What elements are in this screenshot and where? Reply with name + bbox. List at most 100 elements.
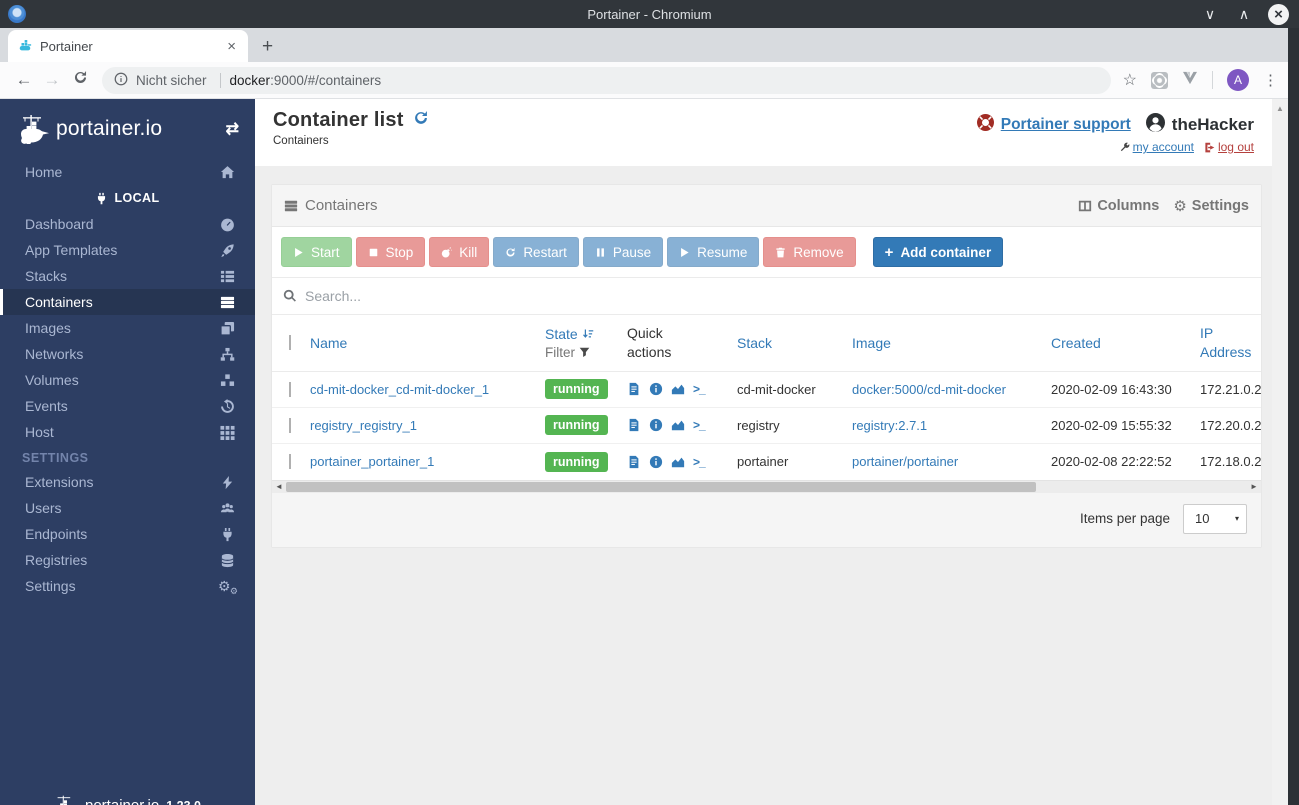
kill-button[interactable]: Kill xyxy=(429,237,490,267)
sidebar-item-extensions[interactable]: Extensions xyxy=(0,469,255,495)
refresh-icon[interactable] xyxy=(413,110,429,131)
sidebar-item-events[interactable]: Events xyxy=(0,393,255,419)
console-icon[interactable]: >_ xyxy=(693,455,706,469)
select-all-checkbox[interactable] xyxy=(289,335,291,351)
container-name-link[interactable]: registry_registry_1 xyxy=(310,418,417,433)
filter-funnel-icon[interactable] xyxy=(579,347,590,358)
rocket-icon xyxy=(221,243,234,257)
sidebar-item-volumes[interactable]: Volumes xyxy=(0,367,255,393)
portainer-favicon-icon xyxy=(19,40,32,51)
bookmark-star-icon[interactable]: ☆ xyxy=(1123,70,1137,90)
column-header-stack[interactable]: Stack xyxy=(737,335,772,351)
stop-button[interactable]: Stop xyxy=(355,237,426,267)
back-icon[interactable]: ← xyxy=(10,70,38,90)
site-info-icon[interactable] xyxy=(114,72,128,89)
columns-button[interactable]: Columns xyxy=(1078,198,1159,214)
sidebar-item-app-templates[interactable]: App Templates xyxy=(0,237,255,263)
add-container-button[interactable]: + Add container xyxy=(872,237,1004,267)
sidebar-item-images[interactable]: Images xyxy=(0,315,255,341)
resume-button[interactable]: Resume xyxy=(667,237,760,267)
search-input[interactable] xyxy=(305,288,1250,304)
layers-icon xyxy=(220,321,235,336)
image-link[interactable]: portainer/portainer xyxy=(852,454,958,469)
my-account-link[interactable]: my account xyxy=(1119,140,1194,154)
toolbar-separator xyxy=(1212,71,1213,89)
url-path: :9000/#/containers xyxy=(270,72,382,88)
sidebar-item-host[interactable]: Host xyxy=(0,419,255,445)
tab-close-icon[interactable]: × xyxy=(223,38,240,55)
security-status[interactable]: Nicht sicher xyxy=(136,73,207,88)
column-header-state[interactable]: State xyxy=(545,326,578,342)
image-link[interactable]: docker:5000/cd-mit-docker xyxy=(852,382,1006,397)
sidebar-item-settings[interactable]: Settings ⚙ ⚙ xyxy=(0,573,255,599)
collapse-sidebar-icon[interactable]: ⇄ xyxy=(226,119,239,139)
sidebar-item-users[interactable]: Users xyxy=(0,495,255,521)
horizontal-scrollbar[interactable]: ◄ ► xyxy=(272,479,1261,493)
sidebar-item-networks[interactable]: Networks xyxy=(0,341,255,367)
dashboard-icon xyxy=(221,218,234,231)
image-link[interactable]: registry:2.7.1 xyxy=(852,418,927,433)
portainer-support-link[interactable]: Portainer support xyxy=(1001,116,1131,134)
container-name-link[interactable]: portainer_portainer_1 xyxy=(310,454,434,469)
vertical-scrollbar[interactable]: ▲ ▼ xyxy=(1272,99,1288,805)
stats-icon[interactable] xyxy=(671,382,685,396)
server-icon xyxy=(220,296,235,308)
browser-tab[interactable]: Portainer × xyxy=(8,30,248,62)
row-checkbox[interactable] xyxy=(289,417,291,433)
column-header-created[interactable]: Created xyxy=(1051,335,1101,351)
tab-title: Portainer xyxy=(40,38,93,54)
extension-icon[interactable] xyxy=(1151,71,1168,89)
row-checkbox[interactable] xyxy=(289,454,291,470)
created-cell: 2020-02-09 15:55:32 xyxy=(1051,417,1172,433)
start-button[interactable]: Start xyxy=(281,237,352,267)
scroll-right-icon[interactable]: ► xyxy=(1247,481,1261,493)
window-title: Portainer - Chromium xyxy=(587,6,712,22)
reload-icon[interactable] xyxy=(66,70,94,90)
log-out-link[interactable]: log out xyxy=(1204,140,1254,154)
logs-icon[interactable] xyxy=(627,418,641,432)
browser-menu-icon[interactable]: ⋮ xyxy=(1263,71,1278,89)
inspect-icon[interactable] xyxy=(649,418,663,432)
remove-button[interactable]: Remove xyxy=(763,237,856,267)
window-maximize-icon[interactable]: ∧ xyxy=(1234,6,1254,23)
new-tab-button[interactable]: + xyxy=(248,36,287,62)
container-name-link[interactable]: cd-mit-docker_cd-mit-docker_1 xyxy=(310,382,489,397)
sidebar-item-home[interactable]: Home xyxy=(0,159,255,185)
restart-button[interactable]: Restart xyxy=(493,237,579,267)
sidebar-item-endpoints[interactable]: Endpoints xyxy=(0,521,255,547)
row-checkbox[interactable] xyxy=(289,381,291,397)
stats-icon[interactable] xyxy=(671,418,685,432)
table-settings-button[interactable]: ⚙ Settings xyxy=(1173,197,1249,215)
stats-icon[interactable] xyxy=(671,455,685,469)
scroll-left-icon[interactable]: ◄ xyxy=(272,481,286,493)
inspect-icon[interactable] xyxy=(649,455,663,469)
items-per-page-select[interactable]: 10 ▾ xyxy=(1183,503,1247,534)
sidebar-item-containers[interactable]: Containers xyxy=(0,289,255,315)
logs-icon[interactable] xyxy=(627,455,641,469)
column-header-image[interactable]: Image xyxy=(852,335,891,351)
console-icon[interactable]: >_ xyxy=(693,418,706,432)
window-close-icon[interactable]: × xyxy=(1268,3,1289,25)
profile-avatar[interactable]: A xyxy=(1227,69,1249,91)
column-header-name[interactable]: Name xyxy=(310,335,347,351)
pause-button[interactable]: Pause xyxy=(582,237,664,267)
console-icon[interactable]: >_ xyxy=(693,382,706,396)
forward-icon: → xyxy=(43,70,61,89)
logs-icon[interactable] xyxy=(627,382,641,396)
horizontal-scrollbar-thumb[interactable] xyxy=(286,481,1036,492)
window-minimize-icon[interactable]: ∨ xyxy=(1200,6,1220,23)
filter-label[interactable]: Filter xyxy=(545,345,575,360)
stop-icon xyxy=(369,248,377,256)
url-bar[interactable]: Nicht sicher docker:9000/#/containers xyxy=(102,66,1111,94)
window-titlebar: Portainer - Chromium ∨ ∧ × xyxy=(0,0,1299,28)
inspect-icon[interactable] xyxy=(649,382,663,396)
sidebar-item-stacks[interactable]: Stacks xyxy=(0,263,255,289)
sidebar-item-dashboard[interactable]: Dashboard xyxy=(0,211,255,237)
endpoint-label: LOCAL xyxy=(0,185,255,211)
sidebar-item-registries[interactable]: Registries xyxy=(0,547,255,573)
scroll-up-icon[interactable]: ▲ xyxy=(1272,104,1288,113)
wrench-icon xyxy=(1120,142,1129,151)
column-header-ip[interactable]: IP Address xyxy=(1200,325,1261,360)
caret-down-icon: ▾ xyxy=(1234,514,1239,524)
vue-devtools-icon[interactable] xyxy=(1182,71,1198,90)
